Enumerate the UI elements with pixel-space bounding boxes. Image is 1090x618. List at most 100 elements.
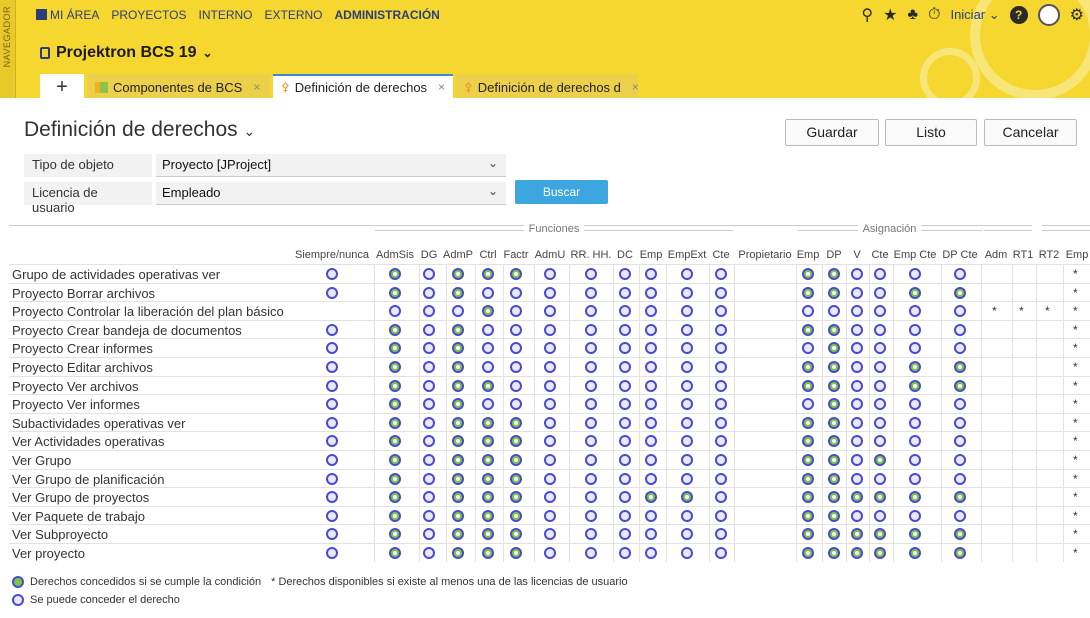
- right-grantable-toggle[interactable]: [909, 416, 921, 429]
- cancel-button[interactable]: Cancelar: [984, 119, 1077, 146]
- right-grantable-toggle[interactable]: [954, 305, 966, 318]
- right-grantable-toggle[interactable]: [874, 361, 886, 373]
- right-grantable-toggle[interactable]: [619, 416, 631, 429]
- right-grantable-toggle[interactable]: [681, 528, 693, 541]
- right-grantable-toggle[interactable]: [423, 528, 435, 541]
- right-grantable-toggle[interactable]: [389, 305, 401, 318]
- right-grantable-toggle[interactable]: [544, 268, 556, 280]
- right-granted-toggle[interactable]: [452, 416, 464, 429]
- right-granted-toggle[interactable]: [510, 528, 522, 541]
- right-granted-toggle[interactable]: [851, 528, 863, 541]
- right-granted-toggle[interactable]: [510, 454, 522, 466]
- right-grantable-toggle[interactable]: [585, 454, 597, 466]
- right-grantable-toggle[interactable]: [954, 416, 966, 429]
- right-granted-toggle[interactable]: [482, 305, 494, 318]
- right-grantable-toggle[interactable]: [681, 454, 693, 466]
- right-grantable-toggle[interactable]: [544, 305, 556, 318]
- right-granted-toggle[interactable]: [909, 491, 921, 504]
- right-grantable-toggle[interactable]: [851, 305, 863, 318]
- right-granted-toggle[interactable]: [452, 286, 464, 299]
- right-granted-toggle[interactable]: [828, 361, 840, 373]
- right-grantable-toggle[interactable]: [423, 305, 435, 318]
- right-granted-toggle[interactable]: [828, 435, 840, 448]
- right-grantable-toggle[interactable]: [645, 268, 657, 280]
- right-granted-toggle[interactable]: [389, 547, 401, 559]
- tab-components[interactable]: Componentes de BCS ×: [87, 74, 270, 98]
- right-grantable-toggle[interactable]: [423, 342, 435, 355]
- right-grantable-toggle[interactable]: [326, 416, 338, 429]
- right-granted-toggle[interactable]: [909, 547, 921, 559]
- right-grantable-toggle[interactable]: [954, 435, 966, 448]
- right-granted-toggle[interactable]: [828, 509, 840, 522]
- right-grantable-toggle[interactable]: [954, 342, 966, 355]
- right-granted-toggle[interactable]: [389, 398, 401, 411]
- right-granted-toggle[interactable]: [389, 361, 401, 373]
- right-granted-toggle[interactable]: [510, 509, 522, 522]
- search-icon[interactable]: ⚲: [861, 5, 873, 25]
- right-grantable-toggle[interactable]: [851, 379, 863, 392]
- right-granted-toggle[interactable]: [389, 491, 401, 504]
- right-grantable-toggle[interactable]: [715, 547, 727, 559]
- right-grantable-toggle[interactable]: [510, 361, 522, 373]
- right-grantable-toggle[interactable]: [585, 379, 597, 392]
- right-granted-toggle[interactable]: [802, 268, 814, 280]
- right-grantable-toggle[interactable]: [645, 286, 657, 299]
- right-grantable-toggle[interactable]: [851, 323, 863, 336]
- right-grantable-toggle[interactable]: [585, 416, 597, 429]
- right-grantable-toggle[interactable]: [715, 361, 727, 373]
- right-grantable-toggle[interactable]: [326, 361, 338, 373]
- close-icon[interactable]: ×: [253, 80, 260, 94]
- right-grantable-toggle[interactable]: [510, 398, 522, 411]
- right-grantable-toggle[interactable]: [326, 268, 338, 280]
- right-grantable-toggle[interactable]: [423, 361, 435, 373]
- project-title[interactable]: Projektron BCS 19 ⌄: [40, 44, 213, 62]
- right-granted-toggle[interactable]: [954, 528, 966, 541]
- right-grantable-toggle[interactable]: [909, 435, 921, 448]
- nav-my-area[interactable]: MI ÁREA: [36, 8, 99, 22]
- right-grantable-toggle[interactable]: [423, 268, 435, 280]
- right-grantable-toggle[interactable]: [645, 323, 657, 336]
- right-grantable-toggle[interactable]: [909, 398, 921, 411]
- right-grantable-toggle[interactable]: [482, 361, 494, 373]
- right-granted-toggle[interactable]: [828, 547, 840, 559]
- right-grantable-toggle[interactable]: [715, 416, 727, 429]
- right-grantable-toggle[interactable]: [423, 379, 435, 392]
- right-granted-toggle[interactable]: [802, 361, 814, 373]
- right-granted-toggle[interactable]: [909, 528, 921, 541]
- right-grantable-toggle[interactable]: [423, 509, 435, 522]
- right-granted-toggle[interactable]: [389, 268, 401, 280]
- license-select[interactable]: Empleado ⌄: [156, 182, 506, 205]
- right-grantable-toggle[interactable]: [423, 472, 435, 485]
- right-grantable-toggle[interactable]: [619, 268, 631, 280]
- right-grantable-toggle[interactable]: [874, 305, 886, 318]
- right-grantable-toggle[interactable]: [326, 472, 338, 485]
- right-grantable-toggle[interactable]: [851, 268, 863, 280]
- right-grantable-toggle[interactable]: [423, 454, 435, 466]
- right-grantable-toggle[interactable]: [874, 472, 886, 485]
- right-granted-toggle[interactable]: [874, 547, 886, 559]
- right-granted-toggle[interactable]: [802, 547, 814, 559]
- right-grantable-toggle[interactable]: [619, 323, 631, 336]
- right-grantable-toggle[interactable]: [423, 547, 435, 559]
- right-grantable-toggle[interactable]: [715, 398, 727, 411]
- right-grantable-toggle[interactable]: [544, 528, 556, 541]
- right-grantable-toggle[interactable]: [851, 342, 863, 355]
- right-grantable-toggle[interactable]: [645, 342, 657, 355]
- right-grantable-toggle[interactable]: [585, 323, 597, 336]
- right-granted-toggle[interactable]: [954, 379, 966, 392]
- right-grantable-toggle[interactable]: [851, 286, 863, 299]
- right-granted-toggle[interactable]: [802, 286, 814, 299]
- right-grantable-toggle[interactable]: [326, 547, 338, 559]
- close-icon[interactable]: ×: [438, 80, 445, 94]
- right-grantable-toggle[interactable]: [326, 323, 338, 336]
- right-grantable-toggle[interactable]: [874, 268, 886, 280]
- right-grantable-toggle[interactable]: [619, 454, 631, 466]
- right-granted-toggle[interactable]: [874, 528, 886, 541]
- right-grantable-toggle[interactable]: [715, 286, 727, 299]
- right-granted-toggle[interactable]: [802, 435, 814, 448]
- right-granted-toggle[interactable]: [510, 268, 522, 280]
- right-granted-toggle[interactable]: [909, 379, 921, 392]
- save-button[interactable]: Guardar: [785, 119, 879, 146]
- right-grantable-toggle[interactable]: [715, 379, 727, 392]
- right-grantable-toggle[interactable]: [585, 305, 597, 318]
